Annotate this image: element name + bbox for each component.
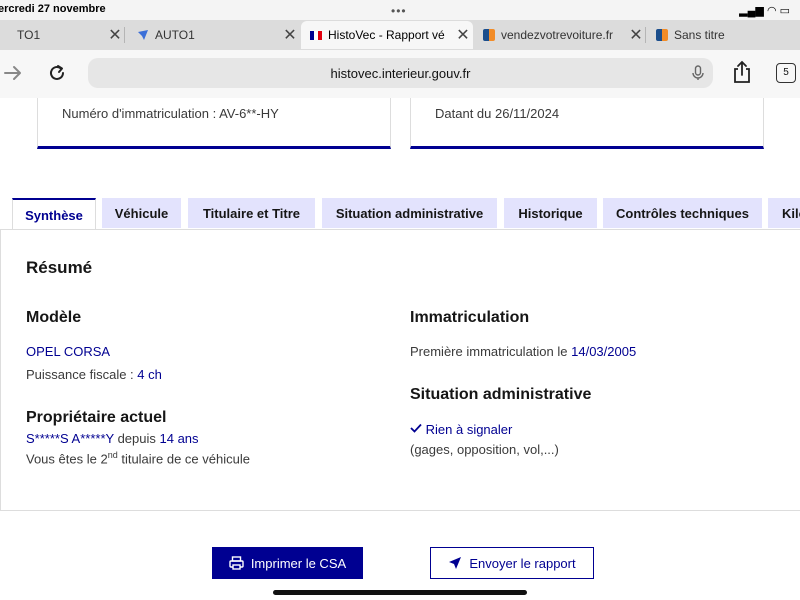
- site-favicon-icon: [483, 29, 495, 41]
- summary-title: Résumé: [26, 258, 93, 277]
- tab-count-button[interactable]: 5: [776, 63, 796, 83]
- site-favicon-icon: [656, 29, 668, 41]
- send-icon: [449, 557, 462, 569]
- date-card: Datant du 26/11/2024: [410, 98, 764, 149]
- tab-controles[interactable]: Contrôles techniques: [603, 198, 762, 228]
- owner-rank-text: titulaire de ce véhicule: [121, 451, 250, 467]
- registration-card: Numéro d'immatriculation : AV-6**-HY: [37, 98, 391, 149]
- tab-title: Sans titre: [674, 28, 725, 42]
- tab-synthese[interactable]: Synthèse: [12, 198, 96, 231]
- fiscal-power-label: Puissance fiscale :: [26, 367, 134, 382]
- browser-tab-5[interactable]: Sans titre: [647, 21, 800, 49]
- browser-tab-4[interactable]: vendezvotrevoiture.fr ✕: [474, 21, 646, 49]
- print-csa-label: Imprimer le CSA: [250, 555, 347, 571]
- close-icon[interactable]: ✕: [626, 25, 646, 45]
- browser-tab-bar: TO1 ✕ AUTO1 ✕ HistoVec - Rapport vé ✕ ve…: [0, 20, 800, 50]
- fiscal-power-value: 4 ch: [137, 367, 162, 382]
- tab-titulaire[interactable]: Titulaire et Titre: [188, 198, 315, 228]
- home-indicator[interactable]: [273, 590, 527, 595]
- browser-tab-2[interactable]: AUTO1 ✕: [128, 21, 300, 49]
- modele-heading: Modèle: [26, 309, 82, 326]
- close-icon[interactable]: ✕: [280, 25, 300, 45]
- owner-name: S*****S A*****Y: [26, 431, 114, 446]
- situation-heading: Situation administrative: [410, 386, 592, 403]
- report-tabs: Synthèse Véhicule Titulaire et Titre Sit…: [0, 198, 800, 231]
- owner-rank-prefix: Vous êtes le: [26, 451, 97, 467]
- situation-status: Rien à signaler: [410, 422, 512, 437]
- tab-title: vendezvotrevoiture.fr: [501, 28, 614, 42]
- owner-rank-suffix: nd: [107, 450, 118, 460]
- tab-historique[interactable]: Historique: [504, 198, 597, 228]
- owner-duration: 14 ans: [159, 431, 199, 446]
- reload-icon[interactable]: [46, 62, 68, 89]
- close-icon[interactable]: ✕: [105, 25, 125, 45]
- vehicle-model: OPEL CORSA: [26, 344, 111, 359]
- first-registration-label: Première immatriculation le: [410, 344, 568, 359]
- share-icon[interactable]: [731, 60, 753, 89]
- tab-separator: [645, 27, 646, 43]
- immatriculation-heading: Immatriculation: [410, 309, 530, 326]
- auto1-favicon-icon: [137, 29, 149, 41]
- checkmark-icon: [410, 423, 422, 433]
- microphone-icon[interactable]: [691, 65, 705, 86]
- owner-since-label: depuis: [117, 431, 156, 446]
- browser-tab-1[interactable]: TO1 ✕: [0, 21, 125, 49]
- printer-icon: [229, 556, 244, 570]
- owner-line: S*****S A*****Y depuis 14 ans: [26, 431, 199, 446]
- report-date: Datant du 26/11/2024: [435, 106, 560, 121]
- tab-vehicule[interactable]: Véhicule: [102, 198, 181, 228]
- situation-detail: (gages, opposition, vol,...): [410, 442, 559, 457]
- tab-title: HistoVec - Rapport vé: [328, 28, 445, 42]
- fiscal-power: Puissance fiscale : 4 ch: [26, 367, 162, 382]
- tab-title: TO1: [17, 28, 41, 42]
- print-csa-button[interactable]: Imprimer le CSA: [212, 547, 363, 579]
- first-registration: Première immatriculation le 14/03/2005: [410, 344, 636, 359]
- page-content: Numéro d'immatriculation : AV-6**-HY Dat…: [0, 98, 800, 600]
- owner-rank: Vous êtes le 2nd titulaire de ce véhicul…: [26, 450, 250, 466]
- tab-situation[interactable]: Situation administrative: [322, 198, 497, 228]
- french-flag-icon: [310, 29, 322, 41]
- synthese-panel: Résumé Modèle OPEL CORSA Puissance fisca…: [0, 229, 800, 511]
- tab-kilometrage[interactable]: Kilo: [768, 198, 800, 228]
- owner-rank-number: 2: [100, 451, 108, 467]
- registration-number: Numéro d'immatriculation : AV-6**-HY: [62, 106, 279, 121]
- url-text: histovec.interieur.gouv.fr: [330, 66, 471, 81]
- send-report-label: Envoyer le rapport: [469, 555, 576, 571]
- status-bar: ercredi 27 novembre ••• ▂▄▆ ◠ ▭: [0, 0, 800, 20]
- tab-separator: [124, 27, 125, 43]
- forward-arrow-icon[interactable]: [2, 62, 24, 89]
- status-icons: ▂▄▆ ◠ ▭: [739, 5, 790, 17]
- first-registration-date: 14/03/2005: [571, 344, 637, 359]
- multitask-dots[interactable]: •••: [391, 4, 407, 18]
- situation-status-text: Rien à signaler: [425, 422, 513, 437]
- address-bar[interactable]: histovec.interieur.gouv.fr: [88, 58, 713, 88]
- close-icon[interactable]: ✕: [453, 25, 473, 45]
- browser-tab-active[interactable]: HistoVec - Rapport vé ✕: [301, 21, 473, 49]
- tab-title: AUTO1: [155, 28, 195, 42]
- send-report-button[interactable]: Envoyer le rapport: [430, 547, 594, 579]
- status-date: ercredi 27 novembre: [0, 3, 106, 15]
- owner-heading: Propriétaire actuel: [26, 409, 167, 426]
- browser-toolbar: histovec.interieur.gouv.fr 5: [0, 50, 800, 98]
